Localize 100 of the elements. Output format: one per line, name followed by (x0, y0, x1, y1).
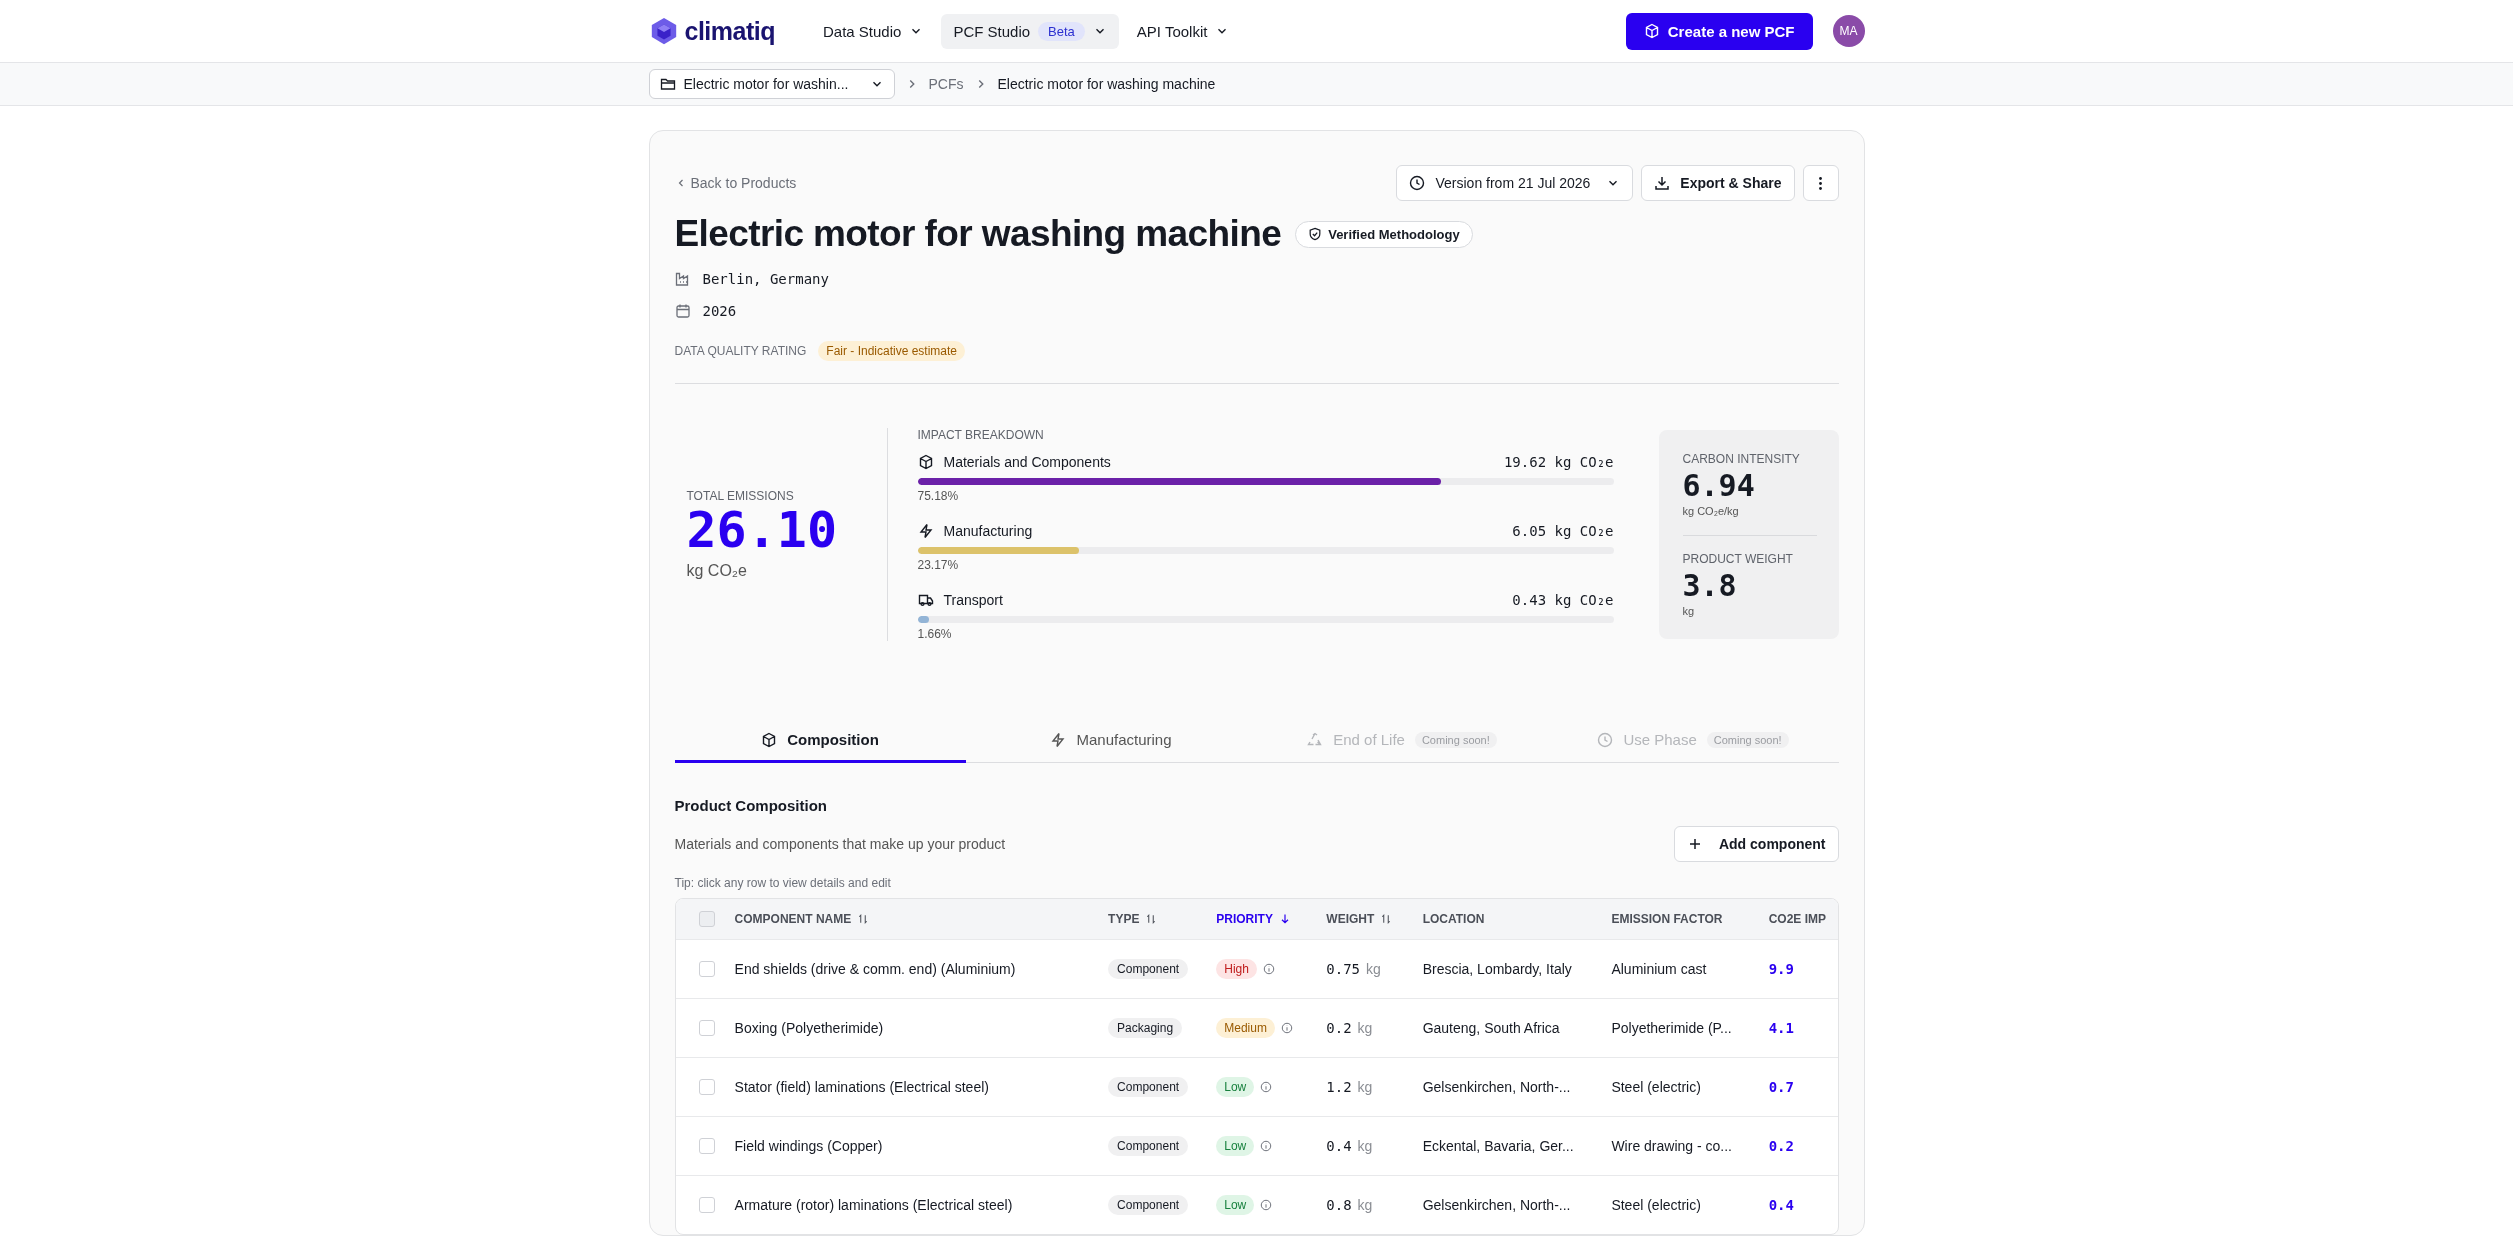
beta-badge: Beta (1038, 21, 1085, 41)
component-name: End shields (drive & comm. end) (Aluminium) (734, 961, 1016, 977)
weight-unit: kg (1357, 1079, 1373, 1095)
co2e-impact-value: 0.4 (1768, 1197, 1794, 1213)
breakdown-value: 6.05 kg CO₂e (1512, 523, 1614, 539)
column-header[interactable]: EMISSION FACTOR (1611, 912, 1769, 926)
type-tag: Component (1108, 959, 1189, 979)
component-name: Field windings (Copper) (734, 1138, 883, 1154)
export-share-button[interactable]: Export & Share (1641, 165, 1795, 201)
weight-value: 0.4 (1326, 1138, 1352, 1154)
priority-badge: Low (1216, 1136, 1255, 1156)
emission-factor-cell: Polyetherimide (P... (1611, 1020, 1732, 1036)
lightning-icon (917, 523, 934, 539)
year-text: 2026 (702, 303, 737, 319)
column-header[interactable]: WEIGHT (1326, 912, 1423, 926)
emission-factor-cell: Steel (electric) (1611, 1079, 1701, 1095)
column-header[interactable]: CO2E IMP (1768, 912, 1838, 926)
tip-text: Tip: click any row to view details and edit (674, 876, 892, 890)
sort-icon[interactable] (1145, 913, 1158, 925)
location-cell: Gelsenkirchen, North-... (1422, 1079, 1571, 1095)
sort-icon[interactable] (1380, 913, 1393, 925)
location-cell: Gelsenkirchen, North-... (1422, 1197, 1571, 1213)
priority-badge: Low (1216, 1195, 1255, 1215)
version-dropdown[interactable]: Version from 21 Jul 2026 (1396, 165, 1634, 201)
row-checkbox[interactable] (699, 1020, 715, 1036)
co2e-impact-value: 9.9 (1768, 961, 1794, 977)
table-row[interactable]: Stator (field) laminations (Electrical steel) Component Low 1.2 kg Gelsenkirchen, North-... Steel (electric) 0.7 (675, 1057, 1838, 1116)
row-checkbox[interactable] (699, 1079, 715, 1095)
total-emissions-label: TOTAL EMISSIONS (686, 489, 795, 503)
stat-unit: kg (1682, 605, 1696, 617)
info-icon[interactable] (1260, 1199, 1273, 1211)
create-pcf-button[interactable]: Create a new PCF (1625, 12, 1813, 50)
data-quality-label: DATA QUALITY RATING (674, 344, 807, 358)
column-header[interactable]: COMPONENT NAME (734, 912, 1109, 926)
tab[interactable]: Manufacturing (965, 719, 1257, 763)
weight-value: 1.2 (1326, 1079, 1352, 1095)
info-icon[interactable] (1262, 963, 1275, 975)
column-header[interactable]: TYPE (1108, 912, 1217, 926)
section-subtitle: Materials and components that make up your product (674, 836, 1006, 852)
coming-soon-badge: Coming soon! (1706, 731, 1789, 748)
weight-unit: kg (1357, 1020, 1373, 1036)
select-all-checkbox[interactable] (699, 911, 715, 927)
breakdown-percent: 23.17% (917, 558, 960, 572)
add-component-button[interactable]: Add component (1673, 826, 1839, 862)
breakdown-label: Materials and Components (943, 454, 1111, 470)
location-text: Berlin, Germany (702, 271, 829, 287)
truck-icon (917, 592, 934, 608)
nav-menu[interactable]: API Toolkit (1124, 13, 1242, 49)
tab[interactable]: Composition (674, 719, 966, 763)
co2e-impact-value: 0.2 (1768, 1138, 1794, 1154)
row-checkbox[interactable] (699, 961, 715, 977)
info-icon[interactable] (1260, 1081, 1273, 1093)
location-cell: Brescia, Lombardy, Italy (1422, 961, 1572, 977)
sort-icon[interactable] (857, 913, 870, 925)
download-icon (1654, 175, 1671, 191)
priority-badge: High (1216, 959, 1257, 979)
weight-unit: kg (1366, 961, 1381, 977)
type-tag: Component (1108, 1136, 1189, 1156)
weight-value: 0.8 (1326, 1197, 1352, 1213)
location-cell: Gauteng, South Africa (1422, 1020, 1560, 1036)
info-icon[interactable] (1260, 1140, 1273, 1152)
co2e-impact-value: 4.1 (1768, 1020, 1794, 1036)
user-avatar[interactable]: MA (1832, 15, 1865, 47)
table-row[interactable]: Field windings (Copper) Component Low 0.4 kg Eckental, Bavaria, Ger... Wire drawing - co... 0.2 (675, 1116, 1838, 1175)
column-header[interactable]: LOCATION (1422, 912, 1612, 926)
recycle-icon (1307, 731, 1324, 748)
type-tag: Component (1108, 1195, 1189, 1215)
weight-unit: kg (1357, 1197, 1373, 1213)
breadcrumb-current: Electric motor for washing machine (997, 76, 1216, 92)
cube-icon (761, 731, 778, 748)
calendar-icon (674, 303, 691, 319)
total-emissions-unit: kg CO₂e (686, 562, 748, 580)
weight-value: 0.2 (1326, 1020, 1352, 1036)
row-checkbox[interactable] (699, 1138, 715, 1154)
cube-icon (917, 454, 934, 470)
component-name: Boxing (Polyetherimide) (734, 1020, 884, 1036)
column-header[interactable]: PRIORITY (1216, 912, 1327, 926)
table-row[interactable]: Boxing (Polyetherimide) Packaging Medium 0.2 kg Gauteng, South Africa Polyetherimide (P... 4.1 (675, 998, 1838, 1057)
info-icon[interactable] (1280, 1022, 1293, 1034)
emission-factor-cell: Aluminium cast (1611, 961, 1707, 977)
breakdown-value: 0.43 kg CO₂e (1512, 592, 1614, 608)
row-checkbox[interactable] (699, 1197, 715, 1213)
clock-icon (1409, 175, 1426, 191)
back-link[interactable]: Back to Products (674, 175, 797, 191)
breakdown-label: Manufacturing (943, 523, 1033, 539)
type-tag: Packaging (1108, 1018, 1183, 1038)
breadcrumb-link[interactable]: PCFs (928, 76, 964, 92)
product-dropdown[interactable]: Electric motor for washin... (648, 69, 895, 99)
table-row[interactable]: End shields (drive & comm. end) (Aluminium) Component High 0.75 kg Brescia, Lombardy, Italy Aluminium cast 9.9 (675, 939, 1838, 998)
product-title: Electric motor for washing machine (674, 213, 1282, 255)
coming-soon-badge: Coming soon! (1414, 731, 1497, 748)
table-row[interactable]: Armature (rotor) laminations (Electrical steel) Component Low 0.8 kg Gelsenkirchen, North-... Steel (electric) 0.4 (675, 1175, 1838, 1234)
nav-menu[interactable]: PCF Studio Beta (941, 13, 1119, 49)
breakdown-percent: 1.66% (917, 627, 953, 641)
more-icon (1819, 176, 1822, 190)
logo-text[interactable]: climatiq (684, 16, 775, 46)
factory-icon (674, 271, 691, 287)
nav-menu[interactable]: Data Studio (811, 13, 936, 49)
total-emissions-value: 26.10 (686, 503, 838, 558)
clock-icon (1597, 731, 1614, 748)
